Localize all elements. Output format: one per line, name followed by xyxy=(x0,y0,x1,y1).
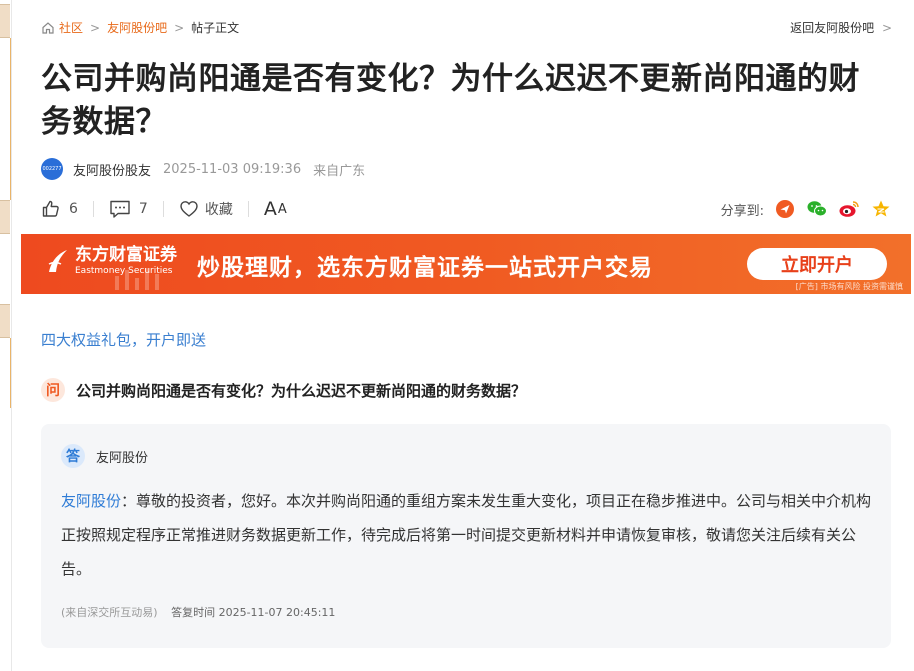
share-bar: 分享到: xyxy=(721,198,892,220)
question-text: 公司并购尚阳通是否有变化？为什么迟迟不更新尚阳通的财务数据？ xyxy=(76,381,527,400)
left-edge-tab xyxy=(0,304,10,338)
ad-risk-notice: [广告] 市场有风险 投资需谨慎 xyxy=(795,282,903,291)
breadcrumb-forum[interactable]: 友阿股份吧 xyxy=(107,19,167,36)
thumbs-up-icon xyxy=(41,199,61,219)
share-label: 分享到: xyxy=(720,203,764,219)
page-left-edge xyxy=(0,0,12,671)
divider xyxy=(162,201,164,217)
heart-icon xyxy=(179,199,199,219)
answer-body: ：尊敬的投资者，您好。本次并购尚阳通的重组方案未发生重大变化，项目正在稳步推进中… xyxy=(61,492,872,578)
like-button[interactable]: 6 xyxy=(41,199,78,219)
question-badge: 问 xyxy=(41,378,65,402)
back-link-label[interactable]: 返回友阿股份吧 xyxy=(790,21,874,35)
back-to-forum-link[interactable]: 返回友阿股份吧 > xyxy=(790,19,892,36)
breadcrumb: 社区 > 友阿股份吧 > 帖子正文 xyxy=(41,19,239,36)
logo-english: Eastmoney Securities xyxy=(75,266,173,276)
comment-icon xyxy=(109,199,131,219)
breadcrumb-community[interactable]: 社区 xyxy=(59,19,83,36)
promo-link[interactable]: 四大权益礼包，开户即送 xyxy=(41,329,206,350)
left-edge-line xyxy=(10,38,11,200)
qzone-share-icon[interactable] xyxy=(870,198,892,220)
breadcrumb-current: 帖子正文 xyxy=(191,21,240,35)
font-size-small: A xyxy=(277,201,287,217)
open-account-button[interactable]: 立即开户 xyxy=(747,248,887,280)
answer-company-name: 友阿股份 xyxy=(96,450,149,466)
weibo-share-icon[interactable] xyxy=(838,198,860,220)
answer-text: 友阿股份：尊敬的投资者，您好。本次并购尚阳通的重组方案未发生重大变化，项目正在稳… xyxy=(61,484,875,586)
post-time: 2025-11-03 09:19:36 xyxy=(163,161,302,177)
post-location: 来自广东 xyxy=(313,163,366,179)
answer-source: (来自深交所互动易) xyxy=(61,606,158,619)
font-size-large: A xyxy=(263,198,277,220)
font-size-button[interactable]: A A xyxy=(264,198,287,220)
answer-footer: (来自深交所互动易) 答复时间 2025-11-07 20:45:11 xyxy=(61,604,335,620)
post-title: 公司并购尚阳通是否有变化？为什么迟迟不更新尚阳通的财务数据？ xyxy=(41,61,860,140)
left-edge-tab xyxy=(0,4,10,38)
chevron-right-icon: > xyxy=(90,20,101,35)
chevron-right-icon: > xyxy=(174,20,185,35)
left-edge-line xyxy=(10,338,11,408)
author-row: 002277 友阿股份股友 2025-11-03 09:19:36 来自广东 xyxy=(41,158,365,180)
action-bar: 6 7 收藏 A A xyxy=(41,198,287,220)
eastmoney-logo: 东方财富证券 Eastmoney Securities xyxy=(47,245,177,277)
comment-button[interactable]: 7 xyxy=(109,199,148,219)
answer-header: 答 友阿股份 xyxy=(61,444,148,468)
left-edge-tab xyxy=(0,200,10,234)
divider xyxy=(247,201,249,217)
favorite-label: 收藏 xyxy=(204,202,233,218)
favorite-button[interactable]: 收藏 xyxy=(179,199,233,219)
home-icon[interactable] xyxy=(41,21,55,35)
ad-banner[interactable]: 东方财富证券 Eastmoney Securities 炒股理财，选东方财富证券… xyxy=(21,234,911,294)
answer-reply-time: 答复时间 2025-11-07 20:45:11 xyxy=(171,606,336,619)
question-row: 问 公司并购尚阳通是否有变化？为什么迟迟不更新尚阳通的财务数据？ xyxy=(41,378,526,402)
eastmoney-logo-icon xyxy=(48,250,67,272)
banner-slogan: 炒股理财，选东方财富证券一站式开户交易 xyxy=(197,255,653,281)
author-name[interactable]: 友阿股份股友 xyxy=(73,160,151,179)
divider xyxy=(92,201,94,217)
comment-count: 7 xyxy=(138,201,148,217)
wechat-share-icon[interactable] xyxy=(806,198,828,220)
answer-company-link[interactable]: 友阿股份 xyxy=(61,492,121,510)
answer-box: 答 友阿股份 友阿股份：尊敬的投资者，您好。本次并购尚阳通的重组方案未发生重大变… xyxy=(41,424,891,648)
like-count: 6 xyxy=(69,201,78,217)
logo-chinese: 东方财富证券 xyxy=(75,245,177,265)
avatar[interactable]: 002277 xyxy=(41,158,63,180)
chevron-right-icon: > xyxy=(881,21,892,35)
toutiao-share-icon[interactable] xyxy=(774,198,796,220)
answer-badge: 答 xyxy=(61,444,85,468)
